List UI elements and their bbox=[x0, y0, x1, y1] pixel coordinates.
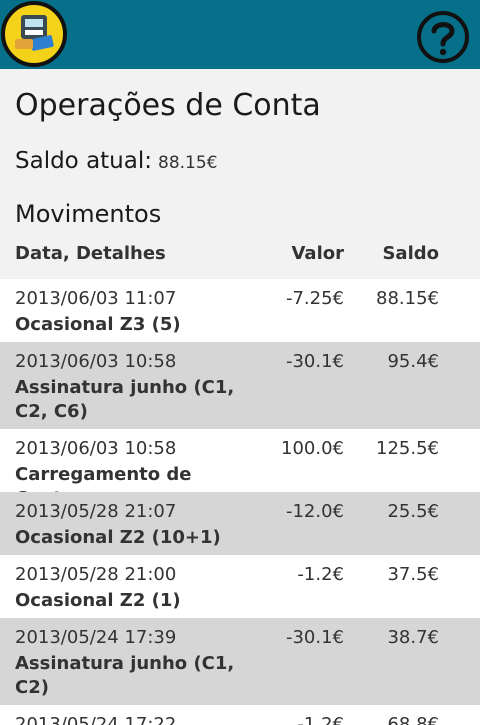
table-header: Data, Detalhes Valor Saldo bbox=[0, 243, 480, 269]
row-date: 2013/05/28 21:07 bbox=[15, 501, 177, 522]
row-detail: Ocasional Z3 (5) bbox=[15, 314, 181, 335]
header-saldo: Saldo bbox=[382, 243, 439, 264]
row-detail: Ocasional Z2 (10+1) bbox=[15, 527, 221, 548]
table-row[interactable]: 2013/05/24 17:39 Assinatura junho (C1, C… bbox=[0, 618, 480, 705]
row-saldo: 38.7€ bbox=[387, 627, 439, 648]
row-date: 2013/05/28 21:00 bbox=[15, 564, 177, 585]
table-row[interactable]: 2013/06/03 10:58 Carregamento de Conta 1… bbox=[0, 429, 480, 509]
row-saldo: 95.4€ bbox=[387, 351, 439, 372]
row-valor: -30.1€ bbox=[285, 351, 344, 372]
app-top-bar bbox=[0, 0, 480, 69]
row-saldo: 37.5€ bbox=[387, 564, 439, 585]
table-row[interactable]: 2013/06/03 10:58 Assinatura junho (C1, C… bbox=[0, 342, 480, 429]
row-valor: -7.25€ bbox=[285, 288, 344, 309]
balance-label: Saldo atual: bbox=[15, 148, 152, 174]
card-reader-logo-icon[interactable] bbox=[1, 1, 67, 67]
section-title: Movimentos bbox=[15, 200, 162, 228]
row-saldo: 25.5€ bbox=[387, 501, 439, 522]
row-detail: Assinatura junho (C1, C2, C6) bbox=[15, 377, 235, 422]
current-balance: Saldo atual: 88.15€ bbox=[15, 148, 217, 174]
row-detail: Assinatura junho (C1, C2) bbox=[15, 653, 235, 698]
row-valor: 100.0€ bbox=[281, 438, 344, 459]
table-row[interactable]: 2013/05/28 21:07 Ocasional Z2 (10+1) -12… bbox=[0, 492, 480, 555]
header-valor: Valor bbox=[291, 243, 344, 264]
row-date: 2013/05/24 17:22 bbox=[15, 714, 177, 725]
row-valor: -1.2€ bbox=[297, 564, 344, 585]
help-circle-icon[interactable] bbox=[416, 10, 470, 64]
row-detail: Ocasional Z2 (1) bbox=[15, 590, 181, 611]
row-saldo: 68.8€ bbox=[387, 714, 439, 725]
row-valor: -12.0€ bbox=[285, 501, 344, 522]
row-date: 2013/06/03 10:58 bbox=[15, 438, 177, 459]
row-saldo: 88.15€ bbox=[376, 288, 439, 309]
table-row[interactable]: 2013/06/03 11:07 Ocasional Z3 (5) -7.25€… bbox=[0, 279, 480, 342]
row-valor: -1.2€ bbox=[297, 714, 344, 725]
row-saldo: 125.5€ bbox=[376, 438, 439, 459]
row-date: 2013/06/03 11:07 bbox=[15, 288, 177, 309]
row-date: 2013/05/24 17:39 bbox=[15, 627, 177, 648]
header-date: Data, Detalhes bbox=[15, 243, 166, 264]
page-title: Operações de Conta bbox=[15, 88, 321, 123]
table-row[interactable]: 2013/05/24 17:22 -1.2€ 68.8€ bbox=[0, 705, 480, 725]
row-date: 2013/06/03 10:58 bbox=[15, 351, 177, 372]
balance-value: 88.15€ bbox=[158, 153, 218, 173]
table-row[interactable]: 2013/05/28 21:00 Ocasional Z2 (1) -1.2€ … bbox=[0, 555, 480, 618]
row-valor: -30.1€ bbox=[285, 627, 344, 648]
